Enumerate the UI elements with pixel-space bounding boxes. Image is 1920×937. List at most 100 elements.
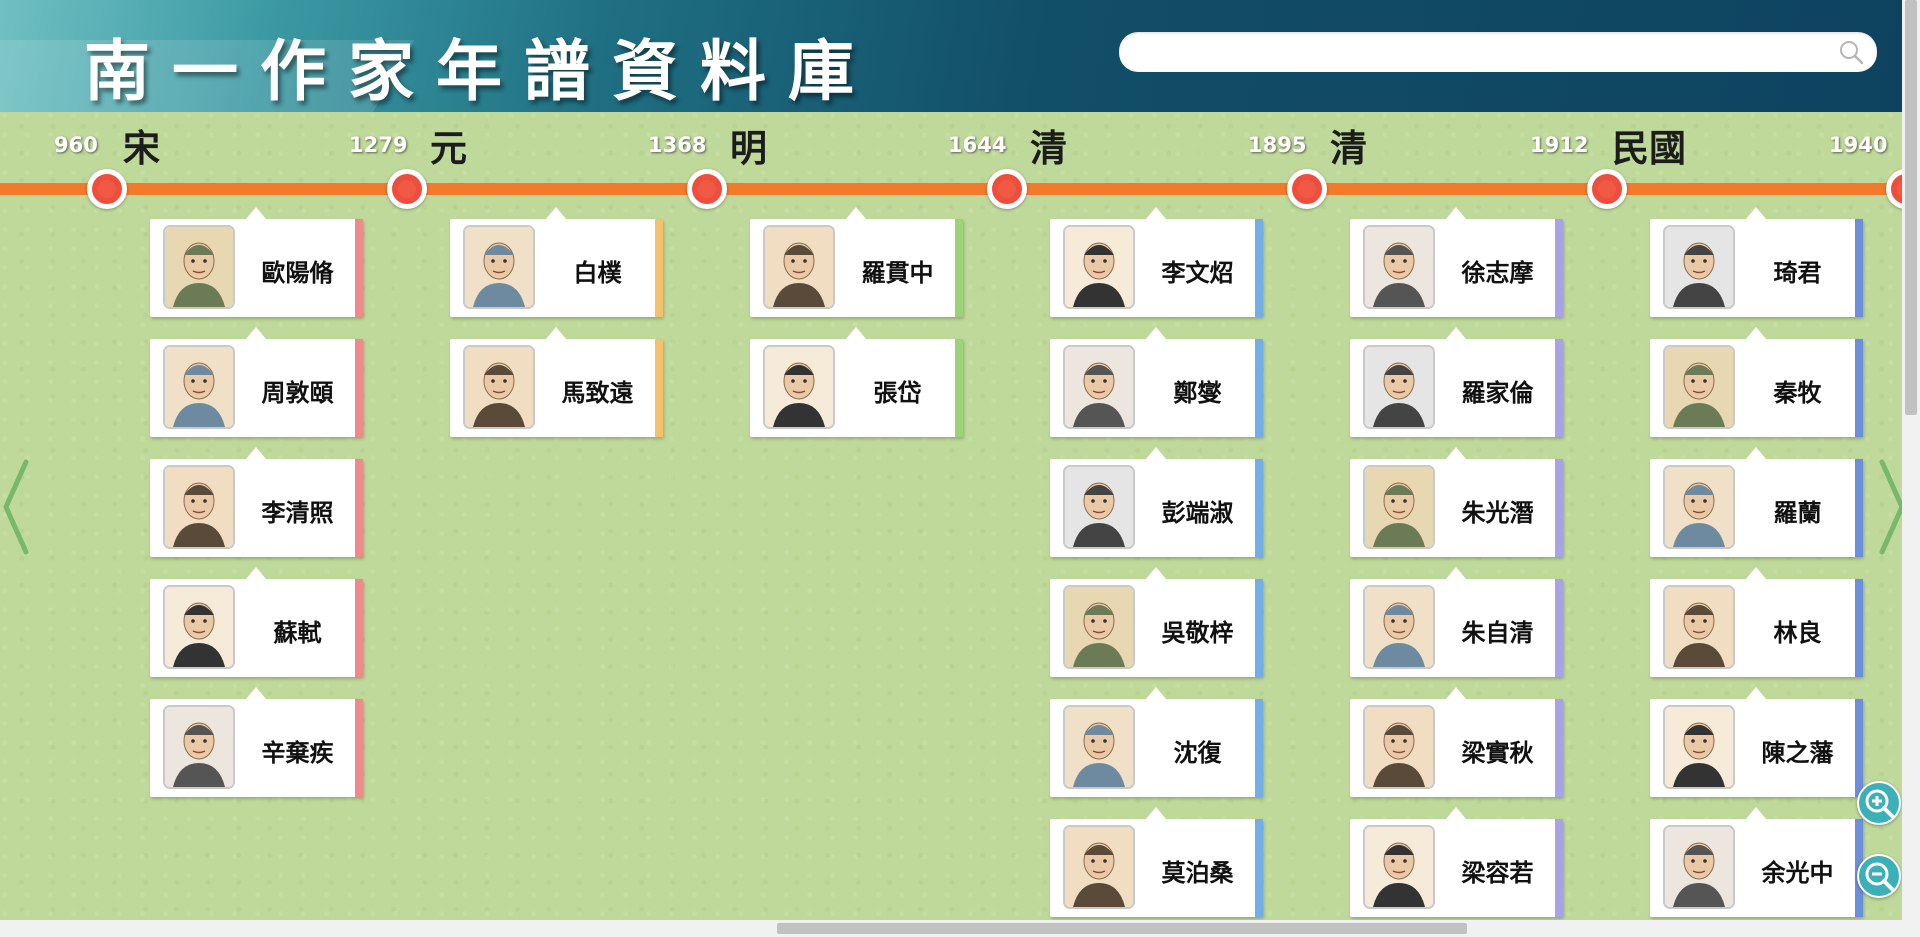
- vertical-scrollbar-thumb[interactable]: [1905, 0, 1917, 415]
- year-label: 1368: [648, 133, 707, 157]
- author-card[interactable]: 陳之藩: [1650, 687, 1863, 797]
- era-color-bar: [955, 339, 963, 437]
- author-card[interactable]: 朱自清: [1350, 567, 1563, 677]
- author-card[interactable]: 羅蘭: [1650, 447, 1863, 557]
- author-name: 朱光潛: [1461, 499, 1534, 527]
- portrait-icon: [1063, 825, 1135, 909]
- author-card[interactable]: 琦君: [1650, 207, 1863, 317]
- portrait-icon: [1663, 705, 1735, 789]
- era-color-bar: [1555, 699, 1563, 797]
- era-label: 明: [730, 127, 767, 170]
- portrait-icon: [163, 465, 235, 549]
- era-color-bar: [1255, 339, 1263, 437]
- era-label: 民國: [1612, 127, 1686, 170]
- search-input[interactable]: [1119, 32, 1877, 72]
- portrait-icon: [1363, 705, 1435, 789]
- era-label: 宋: [123, 127, 160, 170]
- era-color-bar: [355, 339, 363, 437]
- portrait-icon: [1063, 585, 1135, 669]
- year-label: 1895: [1248, 133, 1307, 157]
- author-card[interactable]: 梁容若: [1350, 807, 1563, 917]
- author-card[interactable]: 歐陽脩: [150, 207, 363, 317]
- portrait-icon: [763, 225, 835, 309]
- author-card[interactable]: 朱光潛: [1350, 447, 1563, 557]
- timeline-node[interactable]: [687, 169, 727, 209]
- author-card[interactable]: 彭端淑: [1050, 447, 1263, 557]
- author-name: 吳敬梓: [1161, 619, 1234, 647]
- era-color-bar: [1255, 819, 1263, 917]
- era-label: 元: [430, 127, 467, 170]
- portrait-icon: [163, 705, 235, 789]
- author-name: 歐陽脩: [261, 259, 334, 287]
- author-card[interactable]: 張岱: [750, 327, 963, 437]
- portrait-icon: [1063, 225, 1135, 309]
- portrait-icon: [1363, 465, 1435, 549]
- zoom-out-button[interactable]: [1857, 854, 1901, 898]
- year-label: 1940: [1829, 133, 1888, 157]
- author-card[interactable]: 沈復: [1050, 687, 1263, 797]
- author-card[interactable]: 羅貫中: [750, 207, 963, 317]
- era-color-bar: [355, 699, 363, 797]
- era-color-bar: [1255, 699, 1263, 797]
- portrait-icon: [1363, 225, 1435, 309]
- author-card[interactable]: 徐志摩: [1350, 207, 1563, 317]
- author-name: 羅貫中: [861, 259, 934, 287]
- author-name: 羅蘭: [1773, 499, 1822, 527]
- author-card[interactable]: 李文炤: [1050, 207, 1263, 317]
- era-color-bar: [355, 219, 363, 317]
- author-card[interactable]: 吳敬梓: [1050, 567, 1263, 677]
- chevron-left-icon[interactable]: [2, 457, 32, 557]
- author-card[interactable]: 鄭燮: [1050, 327, 1263, 437]
- app-title: 南一作家年譜資料庫: [84, 33, 876, 110]
- era-color-bar: [1855, 219, 1863, 317]
- author-card[interactable]: 李清照: [150, 447, 363, 557]
- era-color-bar: [1555, 459, 1563, 557]
- era-label: 清: [1030, 127, 1067, 170]
- timeline-node[interactable]: [387, 169, 427, 209]
- author-card[interactable]: 羅家倫: [1350, 327, 1563, 437]
- era-color-bar: [355, 459, 363, 557]
- author-card[interactable]: 梁實秋: [1350, 687, 1563, 797]
- era-color-bar: [1555, 819, 1563, 917]
- era-color-bar: [1255, 579, 1263, 677]
- year-label: 960: [54, 133, 98, 157]
- portrait-icon: [1063, 705, 1135, 789]
- author-card[interactable]: 蘇軾: [150, 567, 363, 677]
- search-icon[interactable]: [1838, 39, 1864, 65]
- author-name: 徐志摩: [1461, 259, 1534, 287]
- era-color-bar: [1855, 459, 1863, 557]
- author-card[interactable]: 莫泊桑: [1050, 807, 1263, 917]
- author-card[interactable]: 白樸: [450, 207, 663, 317]
- era-color-bar: [1255, 459, 1263, 557]
- portrait-icon: [1363, 585, 1435, 669]
- author-card[interactable]: 辛棄疾: [150, 687, 363, 797]
- horizontal-scrollbar-thumb[interactable]: [777, 923, 1467, 934]
- author-card[interactable]: 秦牧: [1650, 327, 1863, 437]
- era-color-bar: [355, 579, 363, 677]
- timeline-node[interactable]: [1287, 169, 1327, 209]
- era-color-bar: [1855, 579, 1863, 677]
- author-name: 秦牧: [1773, 379, 1822, 407]
- zoom-out-icon: [1865, 862, 1894, 891]
- portrait-icon: [1663, 345, 1735, 429]
- year-label: 1912: [1530, 133, 1589, 157]
- author-name: 林良: [1773, 619, 1822, 647]
- portrait-icon: [163, 225, 235, 309]
- author-name: 陳之藩: [1761, 739, 1834, 767]
- zoom-in-button[interactable]: [1857, 781, 1901, 825]
- author-card[interactable]: 周敦頤: [150, 327, 363, 437]
- author-name: 李文炤: [1161, 259, 1234, 287]
- era-color-bar: [655, 339, 663, 437]
- author-card[interactable]: 林良: [1650, 567, 1863, 677]
- author-card[interactable]: 馬致遠: [450, 327, 663, 437]
- portrait-icon: [1363, 825, 1435, 909]
- portrait-icon: [163, 345, 235, 429]
- author-card[interactable]: 余光中: [1650, 807, 1863, 917]
- timeline-node[interactable]: [1587, 169, 1627, 209]
- author-name: 馬致遠: [561, 379, 634, 407]
- author-name: 張岱: [873, 379, 922, 407]
- timeline-node[interactable]: [87, 169, 127, 209]
- portrait-icon: [1663, 465, 1735, 549]
- timeline-node[interactable]: [987, 169, 1027, 209]
- era-color-bar: [955, 219, 963, 317]
